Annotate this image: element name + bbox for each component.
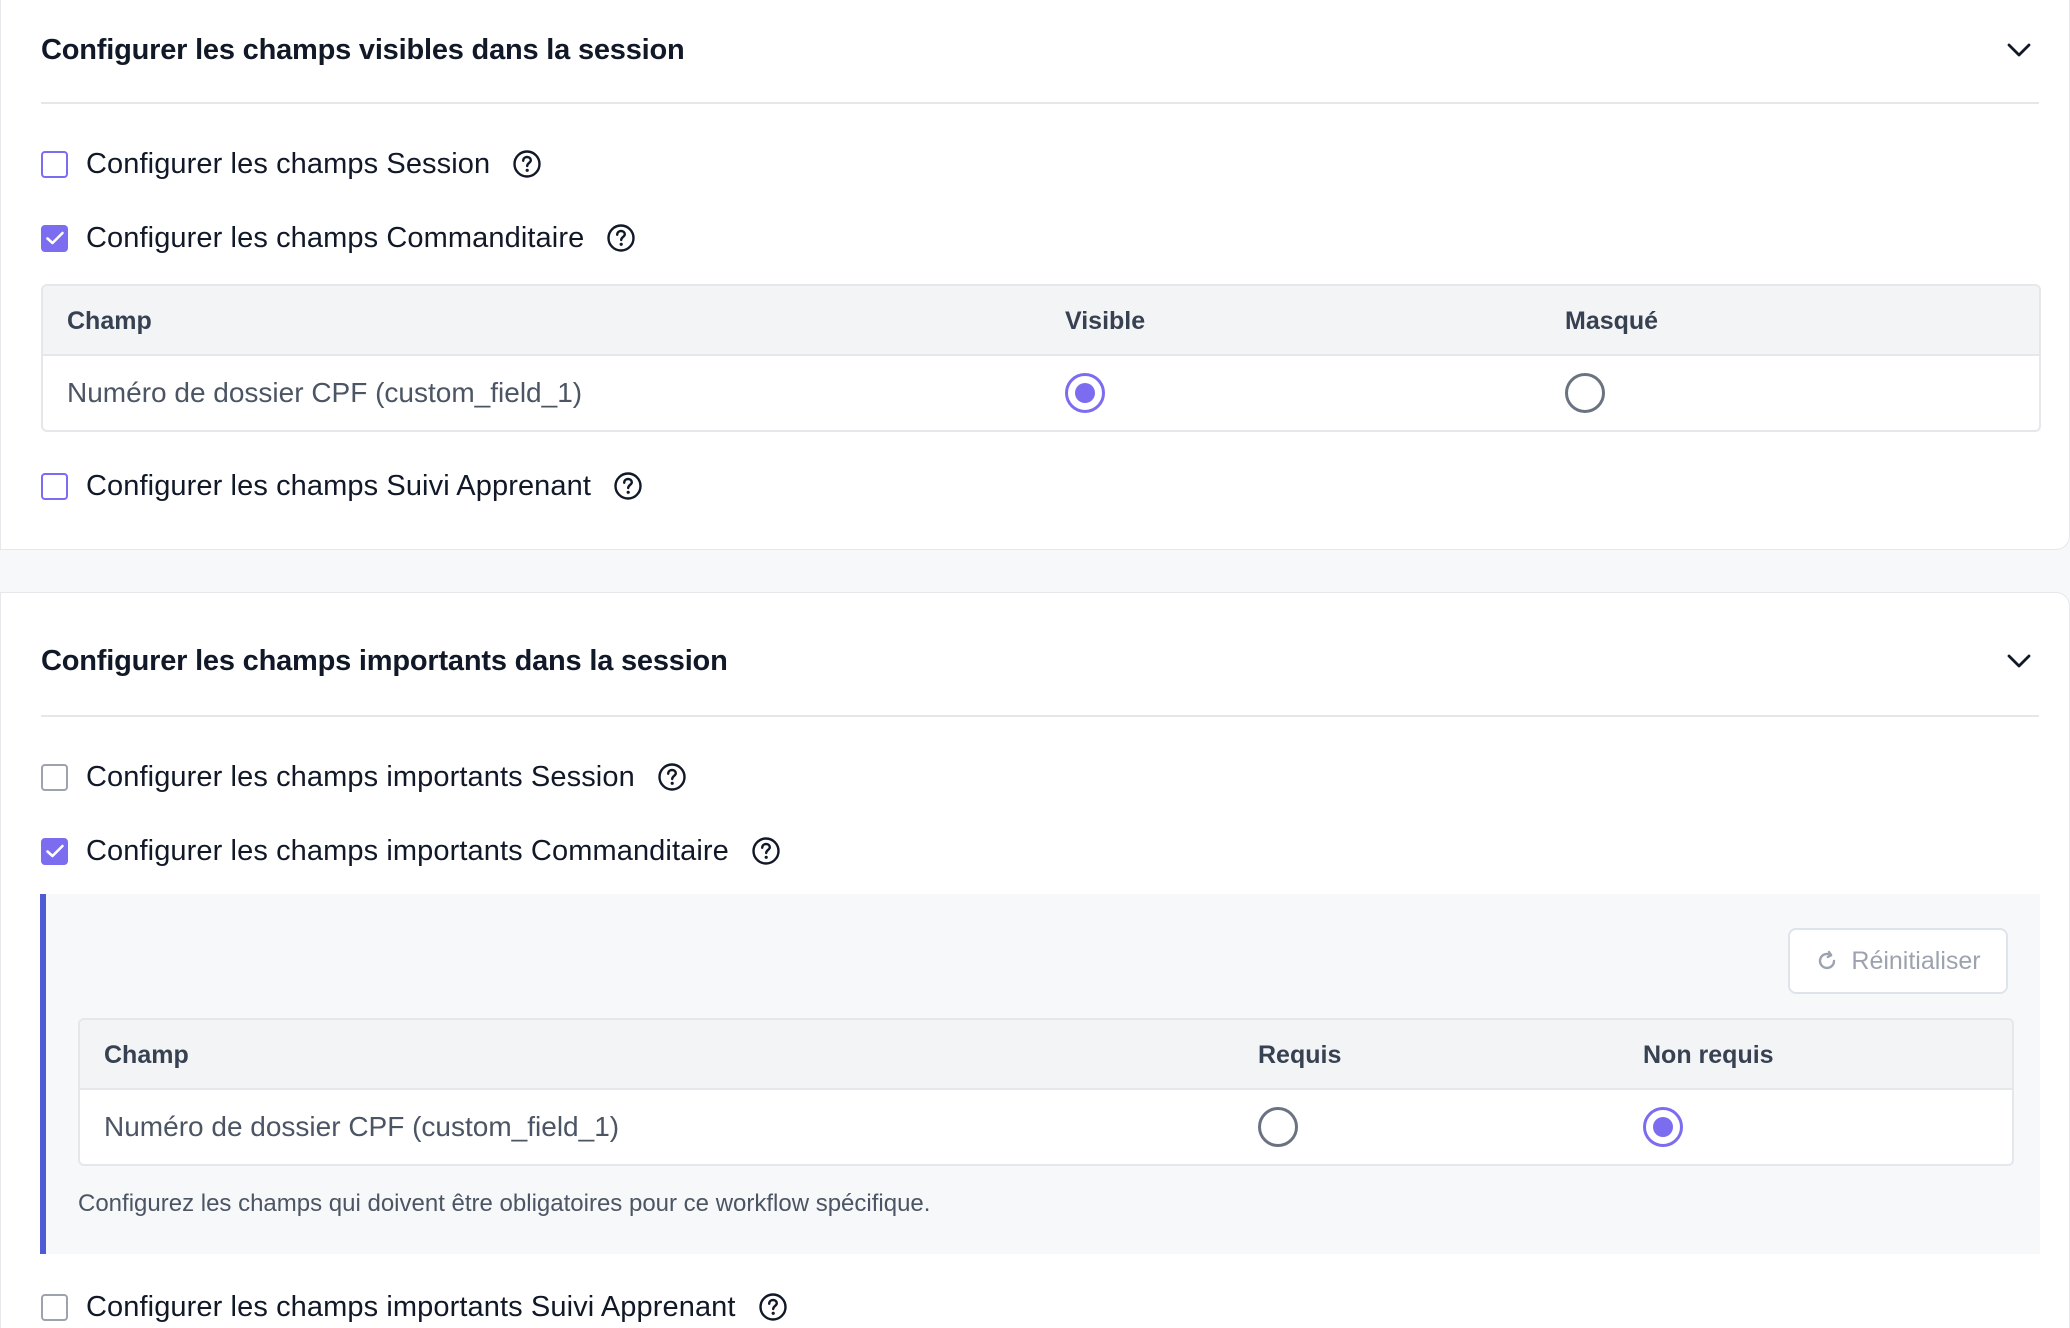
column-header-field: Champ: [104, 1040, 189, 1069]
option-important-sponsor-fields[interactable]: Configurer les champs importants Command…: [41, 831, 781, 871]
column-header-hidden: Masqué: [1565, 306, 1659, 335]
table-header: Champ Requis Non requis: [80, 1020, 2012, 1090]
refresh-icon: [1819, 950, 1836, 970]
option-label: Configurer les champs Suivi Apprenant: [86, 469, 592, 502]
panel-help-text: Configurez les champs qui doivent être o…: [78, 1190, 931, 1217]
radio-hidden[interactable]: [1565, 373, 1605, 413]
checkbox-important-session-fields[interactable]: [41, 763, 68, 791]
column-header-required: Requis: [1258, 1040, 1342, 1069]
visible-fields-header[interactable]: Configurer les champs visibles dans la s…: [41, 0, 2039, 104]
help-circle-icon[interactable]: [606, 223, 636, 253]
option-label: Configurer les champs importants Command…: [86, 834, 729, 867]
option-learner-fields[interactable]: Configurer les champs Suivi Apprenant: [41, 466, 643, 506]
option-label: Configurer les champs importants Session: [86, 760, 635, 793]
help-circle-icon[interactable]: [751, 836, 781, 866]
option-session-fields[interactable]: Configurer les champs Session: [41, 144, 542, 184]
field-name: Numéro de dossier CPF (custom_field_1): [104, 1111, 620, 1142]
requirement-table: Champ Requis Non requis Numéro de dossie…: [78, 1018, 2014, 1166]
table-row: Numéro de dossier CPF (custom_field_1): [80, 1090, 2012, 1164]
help-circle-icon[interactable]: [758, 1292, 788, 1322]
option-sponsor-fields[interactable]: Configurer les champs Commanditaire: [41, 218, 636, 258]
checkbox-session-fields[interactable]: [41, 150, 68, 178]
option-important-learner-fields[interactable]: Configurer les champs importants Suivi A…: [41, 1287, 788, 1327]
option-label: Configurer les champs importants Suivi A…: [86, 1290, 736, 1323]
field-name: Numéro de dossier CPF (custom_field_1): [67, 377, 583, 408]
table-header: Champ Visible Masqué: [43, 286, 2039, 356]
option-important-session-fields[interactable]: Configurer les champs importants Session: [41, 757, 687, 797]
important-fields-header[interactable]: Configurer les champs importants dans la…: [41, 593, 2039, 717]
option-label: Configurer les champs Session: [86, 147, 491, 180]
checkbox-important-learner-fields[interactable]: [41, 1293, 68, 1321]
option-label: Configurer les champs Commanditaire: [86, 221, 585, 254]
chevron-down-icon[interactable]: [1999, 641, 2039, 681]
checkbox-important-sponsor-fields[interactable]: [41, 837, 68, 865]
reset-button[interactable]: Réinitialiser: [1788, 928, 2008, 994]
radio-visible[interactable]: [1065, 373, 1105, 413]
required-fields-panel: Réinitialiser Champ Requis Non requis Nu…: [40, 894, 2040, 1254]
reset-label: Réinitialiser: [1851, 946, 1981, 975]
visible-fields-title: Configurer les champs visibles dans la s…: [41, 33, 685, 66]
checkbox-learner-fields[interactable]: [41, 472, 68, 500]
radio-not-required[interactable]: [1643, 1107, 1683, 1147]
visibility-table: Champ Visible Masqué Numéro de dossier C…: [41, 284, 2041, 432]
visible-fields-card: Configurer les champs visibles dans la s…: [0, 0, 2070, 550]
column-header-field: Champ: [67, 306, 152, 335]
radio-required[interactable]: [1258, 1107, 1298, 1147]
help-circle-icon[interactable]: [512, 149, 542, 179]
column-header-visible: Visible: [1065, 306, 1146, 335]
help-circle-icon[interactable]: [613, 471, 643, 501]
column-header-not-required: Non requis: [1643, 1040, 1774, 1069]
checkbox-sponsor-fields[interactable]: [41, 224, 68, 252]
help-circle-icon[interactable]: [657, 762, 687, 792]
chevron-down-icon[interactable]: [1999, 30, 2039, 70]
important-fields-title: Configurer les champs importants dans la…: [41, 644, 728, 677]
table-row: Numéro de dossier CPF (custom_field_1): [43, 356, 2039, 430]
